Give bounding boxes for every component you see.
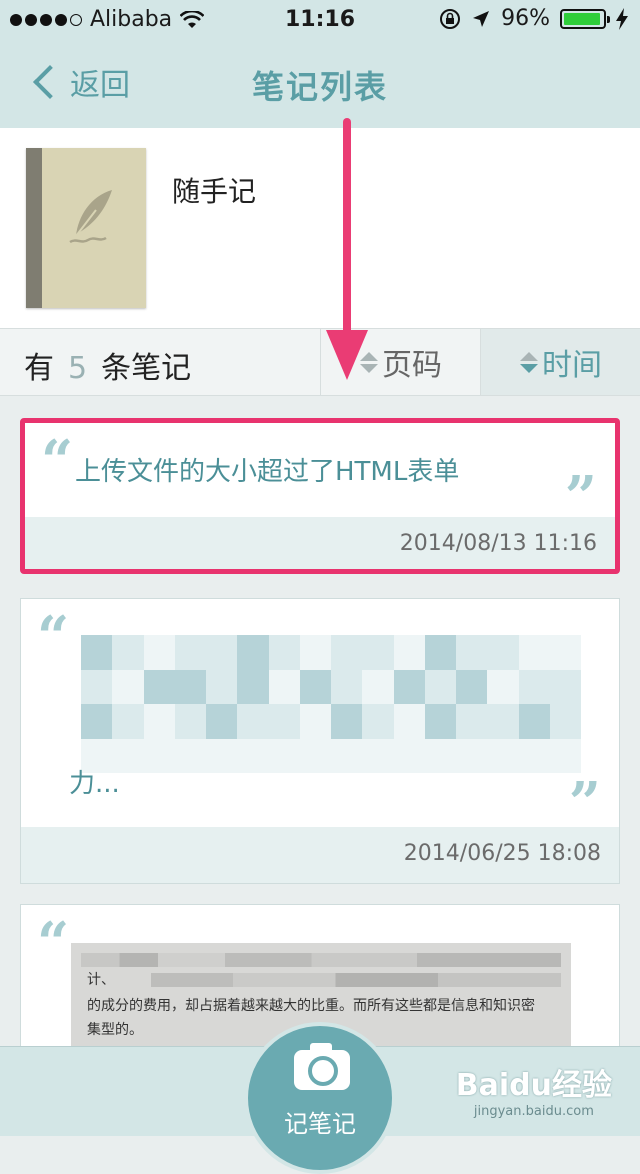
notebook-header: 随手记 <box>0 128 640 328</box>
notebook-spine <box>26 148 42 308</box>
notebook-name: 随手记 <box>172 175 257 208</box>
close-quote-icon: ” <box>568 770 601 836</box>
note-count-suffix: 条笔记 <box>101 351 192 386</box>
sort-by-time-button[interactable]: 时间 <box>480 329 640 395</box>
rotation-lock-icon <box>440 8 461 29</box>
note-date: 2014/06/25 18:08 <box>403 841 601 866</box>
record-note-label: 记笔记 <box>284 1110 356 1138</box>
watermark-brand: Baidu经验 <box>455 1068 612 1103</box>
photo-text: 集型的。 <box>87 1022 143 1038</box>
location-arrow-icon <box>473 10 490 27</box>
watermark-url: jingyan.baidu.com <box>473 1104 594 1119</box>
status-bar-right: 96% <box>439 6 628 31</box>
camera-icon <box>294 1043 350 1090</box>
sort-by-page-label: 页码 <box>382 348 442 383</box>
status-bar: Alibaba 11:16 96% <box>0 0 640 40</box>
open-quote-icon: “ <box>41 428 74 494</box>
sort-by-time-label: 时间 <box>542 348 602 383</box>
note-list: “ 上传文件的大小超过了HTML表单 ” 2014/08/13 11:16 “ … <box>0 396 640 1046</box>
open-quote-icon: “ <box>37 604 70 670</box>
photo-text: 计、 <box>87 972 115 988</box>
photo-text: 的成分的费用，却占据着越来越大的比重。而所有这些都是信息和知识密 <box>87 998 535 1014</box>
open-quote-icon: “ <box>37 910 70 976</box>
note-count: 有 5 条笔记 <box>24 343 191 387</box>
notebook-cover[interactable] <box>26 148 146 308</box>
battery-icon <box>560 8 610 29</box>
feather-icon <box>69 190 112 244</box>
note-title: 上传文件的大小超过了HTML表单 <box>75 457 460 487</box>
sort-arrows-icon <box>520 351 538 373</box>
note-count-number: 5 <box>68 351 88 386</box>
annotation-arrow-shaft <box>343 118 351 348</box>
annotation-arrow-head <box>326 330 368 380</box>
record-note-button[interactable]: 记笔记 <box>244 1022 396 1174</box>
note-card[interactable]: “ 力... ” 2014/06/25 18:08 <box>20 598 620 884</box>
battery-percent: 96% <box>501 6 550 31</box>
sort-bar: 有 5 条笔记 页码 时间 <box>0 328 640 396</box>
charging-bolt-icon <box>616 7 628 30</box>
note-count-prefix: 有 <box>24 351 54 386</box>
page-title: 笔记列表 <box>251 68 388 106</box>
note-footer: 2014/08/13 11:16 <box>25 517 615 569</box>
blurred-note-content <box>81 635 581 773</box>
note-footer: 2014/06/25 18:08 <box>21 827 619 883</box>
note-card[interactable]: “ 上传文件的大小超过了HTML表单 ” 2014/08/13 11:16 <box>20 418 620 574</box>
note-date: 2014/08/13 11:16 <box>399 531 597 556</box>
note-title: 力... <box>69 769 120 799</box>
baidu-watermark: Baidu经验 jingyan.baidu.com <box>456 1060 612 1119</box>
navigation-bar: 返回 笔记列表 <box>0 40 640 128</box>
